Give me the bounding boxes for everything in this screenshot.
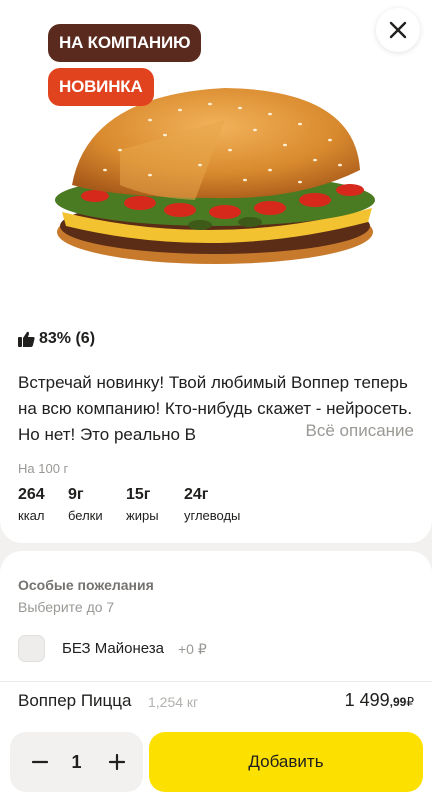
- minus-icon: [32, 760, 48, 764]
- increase-button[interactable]: [99, 732, 135, 792]
- bottom-bar: Воппер Пицца 1,254 кг 1 499,99₽ 1 Добави…: [0, 681, 432, 800]
- thumbs-up-icon: [18, 331, 35, 347]
- rating: 83% (6): [18, 330, 95, 348]
- close-icon: [389, 21, 407, 39]
- nutrition-fat: 15г жиры: [126, 486, 159, 523]
- no-mayo-checkbox[interactable]: [18, 635, 45, 662]
- decrease-button[interactable]: [22, 732, 58, 792]
- plus-icon: [109, 754, 125, 770]
- add-to-cart-button[interactable]: Добавить: [149, 732, 423, 792]
- product-card: НА КОМПАНИЮ НОВИНКА 83% (6) Встречай нов…: [0, 0, 432, 543]
- rating-value: 83% (6): [39, 330, 96, 347]
- product-weight: 1,254 кг: [148, 694, 199, 710]
- tag-for-company: НА КОМПАНИЮ: [48, 24, 202, 62]
- no-mayo-label[interactable]: БЕЗ Майонеза: [62, 640, 164, 657]
- product-price: 1 499,99₽: [345, 690, 414, 711]
- quantity-stepper: 1: [10, 732, 143, 792]
- product-name: Воппер Пицца: [18, 691, 132, 710]
- nutrition-protein: 9г белки: [68, 486, 103, 523]
- wishes-subtitle: Выберите до 7: [18, 599, 115, 615]
- per-100g-label: На 100 г: [18, 461, 69, 476]
- wishes-title: Особые пожелания: [18, 577, 154, 593]
- close-button[interactable]: [376, 8, 420, 52]
- price-currency: ₽: [406, 695, 414, 709]
- price-main: 1 499: [344, 690, 390, 710]
- no-mayo-price: +0 ₽: [178, 641, 207, 657]
- tag-new: НОВИНКА: [48, 68, 154, 106]
- nutrition-carbs: 24г углеводы: [184, 486, 241, 523]
- special-wishes-card: Особые пожелания Выберите до 7 БЕЗ Майон…: [0, 551, 432, 681]
- full-description-link[interactable]: Всё описание: [301, 418, 414, 444]
- description-fade: [270, 418, 304, 446]
- nutrition-kcal: 264 ккал: [18, 486, 45, 523]
- price-cents: ,99: [389, 695, 407, 709]
